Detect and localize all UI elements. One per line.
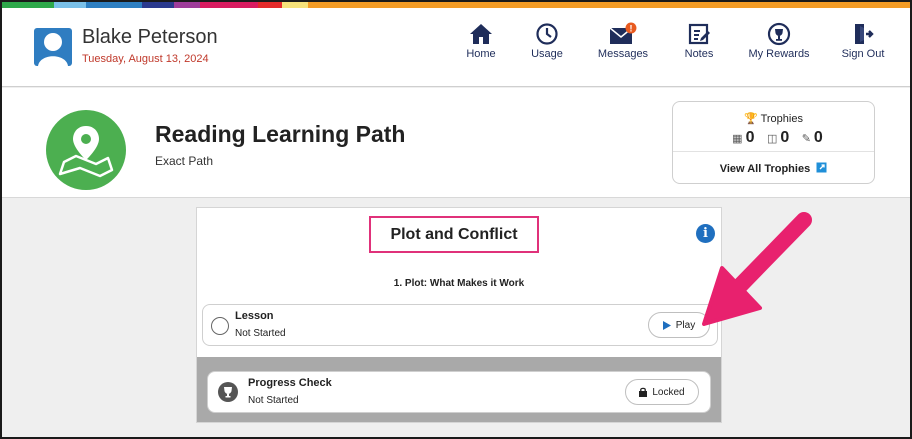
calculator-icon: ▦ xyxy=(732,133,743,145)
sign-out-icon xyxy=(855,24,874,44)
lesson-card: Plot and Conflict i 1. Plot: What Makes … xyxy=(196,207,722,423)
trophies-title-label: Trophies xyxy=(760,113,803,125)
notes-icon xyxy=(688,23,710,45)
locked-button-label: Locked xyxy=(652,386,685,398)
user-name: Blake Peterson xyxy=(82,26,218,48)
svg-text:!: ! xyxy=(630,24,633,34)
current-date: Tuesday, August 13, 2024 xyxy=(82,53,209,65)
pencil-icon: ✎ xyxy=(801,133,811,145)
trophies-title: 🏆 Trophies xyxy=(673,112,874,125)
book-icon: ◫ xyxy=(766,133,778,145)
envelope-icon: ! xyxy=(609,22,637,44)
trophies-panel: 🏆 Trophies ▦ 0 ◫ 0 ✎ 0 View All Trophies xyxy=(672,101,875,184)
progress-check-status: Not Started xyxy=(248,395,299,406)
progress-trophy-icon xyxy=(218,382,238,402)
trophy-small-icon: 🏆 xyxy=(744,113,758,125)
view-all-trophies-link[interactable]: View All Trophies xyxy=(673,162,874,175)
map-pin-icon xyxy=(46,110,126,190)
clock-icon xyxy=(536,23,558,45)
trophy-count-math: 0 xyxy=(745,129,755,146)
nav-messages-label: Messages xyxy=(597,48,649,60)
nav-sign-out-label: Sign Out xyxy=(841,48,885,60)
external-link-icon xyxy=(816,162,827,173)
pink-pointer-arrow xyxy=(702,212,812,326)
nav-notes[interactable]: Notes xyxy=(663,22,735,60)
lesson-subtitle: 1. Plot: What Makes it Work xyxy=(393,278,525,289)
lock-icon xyxy=(639,387,648,397)
card-title: Plot and Conflict xyxy=(369,216,539,253)
nav-my-rewards[interactable]: My Rewards xyxy=(743,22,815,60)
nav-sign-out[interactable]: Sign Out xyxy=(827,22,899,60)
home-icon xyxy=(470,24,492,44)
top-navigation-bar: Blake Peterson Tuesday, August 13, 2024 … xyxy=(2,8,910,87)
nav-usage-label: Usage xyxy=(531,48,563,60)
trophy-icon xyxy=(767,22,791,46)
page-subtitle: Exact Path xyxy=(155,154,214,168)
nav-messages[interactable]: ! Messages xyxy=(587,22,659,60)
nav-home[interactable]: Home xyxy=(445,22,517,60)
trophy-counts: ▦ 0 ◫ 0 ✎ 0 xyxy=(673,129,874,147)
trophy-count-reading: 0 xyxy=(780,129,790,146)
trophy-count-writing: 0 xyxy=(813,129,823,146)
status-circle-icon xyxy=(211,317,229,335)
locked-button[interactable]: Locked xyxy=(625,379,699,405)
nav-notes-label: Notes xyxy=(684,48,714,60)
page-title: Reading Learning Path xyxy=(155,121,406,147)
view-all-trophies-label: View All Trophies xyxy=(719,163,811,175)
app-window: Blake Peterson Tuesday, August 13, 2024 … xyxy=(0,0,912,439)
play-icon xyxy=(662,320,671,330)
learning-path-header: Reading Learning Path Exact Path 🏆 Troph… xyxy=(2,88,910,198)
nav-my-rewards-label: My Rewards xyxy=(748,48,810,60)
lesson-row: Lesson Not Started Play xyxy=(202,304,718,346)
lesson-title: Lesson xyxy=(235,310,274,322)
nav-home-label: Home xyxy=(466,48,496,60)
avatar[interactable] xyxy=(34,28,72,66)
progress-check-title: Progress Check xyxy=(248,377,332,389)
divider xyxy=(673,151,874,152)
lesson-status: Not Started xyxy=(235,328,286,339)
progress-check-row: Progress Check Not Started Locked xyxy=(207,371,711,413)
nav-usage[interactable]: Usage xyxy=(511,22,583,60)
